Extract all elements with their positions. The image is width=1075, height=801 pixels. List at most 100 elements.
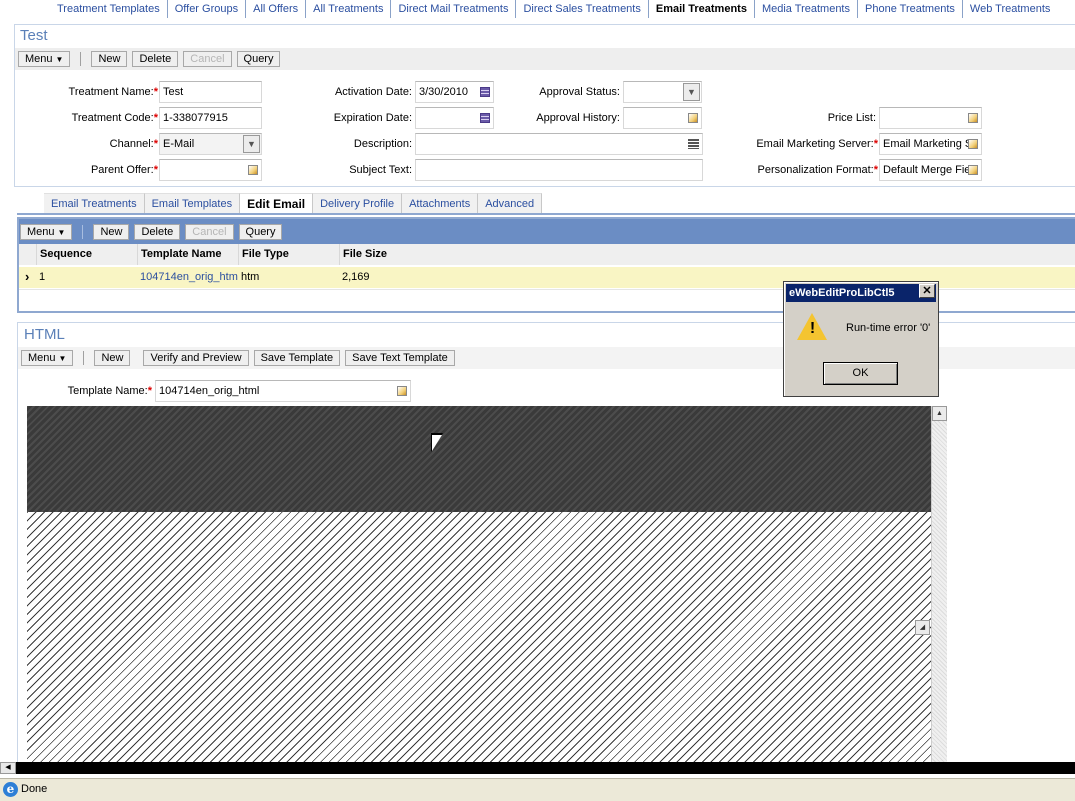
list-new-button[interactable]: New — [93, 224, 130, 240]
nav-direct-sales-treatments[interactable]: Direct Sales Treatments — [515, 0, 647, 18]
column-header-file-type[interactable]: File Type — [238, 244, 339, 265]
status-text: Done — [21, 783, 48, 795]
dialog-title: eWebEditProLibCtl5 — [786, 284, 936, 302]
warning-mark: ! — [809, 320, 816, 337]
row-selected-indicator-icon: › — [25, 269, 30, 284]
nav-treatment-templates[interactable]: Treatment Templates — [0, 0, 167, 18]
mouse-cursor-fill — [432, 435, 442, 451]
dialog-message: Run-time error '0' — [846, 322, 931, 334]
html-editor-control[interactable] — [27, 406, 931, 762]
editor-content-area[interactable] — [27, 512, 931, 762]
email-marketing-server-field[interactable]: Email Marketing Se — [879, 133, 982, 155]
price-list-field[interactable] — [879, 107, 982, 129]
tab-attachments[interactable]: Attachments — [402, 193, 479, 213]
column-header-template-name[interactable]: Template Name — [137, 244, 238, 265]
chevron-down-icon: ▼ — [55, 55, 64, 64]
list-toolbar: Menu ▼ New Delete Cancel Query — [20, 222, 283, 242]
tab-email-templates[interactable]: Email Templates — [144, 193, 241, 213]
pick-icon[interactable] — [968, 113, 978, 123]
save-template-button[interactable]: Save Template — [253, 350, 341, 366]
form-cancel-button: Cancel — [183, 51, 232, 67]
cell-file-size: 2,169 — [342, 271, 370, 283]
top-nav: Treatment Templates Offer Groups All Offer… — [0, 0, 1075, 18]
form-delete-button[interactable]: Delete — [132, 51, 179, 67]
view-tabs: Email Treatments Email Templates Edit Em… — [44, 193, 543, 213]
chevron-down-icon: ▼ — [58, 354, 67, 363]
editor-vertical-scrollbar[interactable]: ▲ — [931, 406, 947, 762]
nav-phone-treatments[interactable]: Phone Treatments — [857, 0, 962, 18]
list-delete-button[interactable]: Delete — [134, 224, 181, 240]
html-new-button[interactable]: New — [94, 350, 131, 366]
approval-status-label: Approval Status: — [539, 86, 620, 98]
tab-underline — [17, 213, 1075, 215]
tab-edit-email[interactable]: Edit Email — [240, 193, 314, 213]
cell-file-type: htm — [241, 271, 260, 283]
list-header: Sequence Template Name File Type File Si… — [19, 244, 1075, 265]
editor-toolbar-area — [27, 406, 931, 512]
activation-date-label: Activation Date: — [334, 86, 412, 98]
nav-web-treatments[interactable]: Web Treatments — [961, 0, 1058, 18]
horizontal-scrollbar[interactable] — [0, 762, 1075, 774]
tab-advanced[interactable]: Advanced — [478, 193, 543, 213]
channel-dropdown[interactable]: E-Mail ▼ — [159, 133, 262, 155]
pick-icon[interactable] — [397, 386, 407, 396]
chevron-down-icon[interactable]: ▼ — [243, 135, 260, 153]
html-menu-button[interactable]: Menu ▼ — [21, 350, 74, 366]
parent-offer-field[interactable] — [159, 159, 262, 181]
form-menu-button[interactable]: Menu ▼ — [18, 51, 71, 67]
nav-media-treatments[interactable]: Media Treatments — [753, 0, 857, 18]
save-text-template-button[interactable]: Save Text Template — [345, 350, 455, 366]
calendar-icon[interactable] — [480, 87, 490, 97]
scroll-resize-icon[interactable]: ◢ — [915, 620, 930, 635]
ok-button[interactable]: OK — [823, 362, 898, 385]
nav-email-treatments[interactable]: Email Treatments — [647, 0, 754, 18]
close-icon[interactable]: ✕ — [919, 284, 935, 298]
column-header-sequence[interactable]: Sequence — [36, 244, 137, 265]
nav-all-offers[interactable]: All Offers — [245, 0, 305, 18]
subject-text-label: Subject Text: — [349, 164, 412, 176]
column-header-file-size[interactable]: File Size — [339, 244, 539, 265]
treatment-code-field[interactable]: 1-338077915 — [159, 107, 262, 129]
form-new-button[interactable]: New — [91, 51, 128, 67]
scroll-left-icon[interactable]: ◀ — [0, 762, 16, 774]
activation-date-field[interactable]: 3/30/2010 — [415, 81, 494, 103]
verify-and-preview-button[interactable]: Verify and Preview — [143, 350, 249, 366]
nav-offer-groups[interactable]: Offer Groups — [166, 0, 245, 18]
pick-icon[interactable] — [248, 165, 258, 175]
personalization-format-field[interactable]: Default Merge Fie — [879, 159, 982, 181]
list-cancel-button: Cancel — [185, 224, 234, 240]
expiration-date-field[interactable] — [415, 107, 494, 129]
toolbar-separator — [83, 351, 85, 365]
tab-delivery-profile[interactable]: Delivery Profile — [313, 193, 403, 213]
channel-label: Channel:* — [109, 138, 158, 150]
expiration-date-label: Expiration Date: — [333, 112, 412, 124]
cell-sequence: 1 — [39, 271, 46, 283]
description-field[interactable] — [415, 133, 703, 155]
html-applet-title: HTML — [24, 326, 65, 343]
cell-template-name-link[interactable]: 104714en_orig_htm — [137, 267, 238, 288]
toolbar-separator — [82, 225, 84, 239]
scroll-up-icon[interactable]: ▲ — [932, 406, 947, 421]
browser-page-icon: e — [3, 782, 18, 797]
parent-offer-label: Parent Offer:* — [90, 164, 158, 176]
approval-status-dropdown[interactable]: ▼ — [623, 81, 702, 103]
chevron-down-icon[interactable]: ▼ — [683, 83, 700, 101]
pick-icon[interactable] — [968, 165, 978, 175]
list-icon[interactable] — [688, 139, 699, 149]
list-menu-button[interactable]: Menu ▼ — [20, 224, 73, 240]
pick-icon[interactable] — [688, 113, 698, 123]
treatment-name-field[interactable]: Test — [159, 81, 262, 103]
email-marketing-server-label: Email Marketing Server:* — [756, 138, 878, 150]
form-query-button[interactable]: Query — [236, 51, 281, 67]
approval-history-field[interactable] — [623, 107, 702, 129]
nav-all-treatments[interactable]: All Treatments — [305, 0, 390, 18]
pick-icon[interactable] — [968, 139, 978, 149]
subject-text-field[interactable] — [415, 159, 703, 181]
list-query-button[interactable]: Query — [238, 224, 283, 240]
nav-direct-mail-treatments[interactable]: Direct Mail Treatments — [390, 0, 515, 18]
calendar-icon[interactable] — [480, 113, 490, 123]
approval-history-label: Approval History: — [536, 112, 620, 124]
template-name-field[interactable]: 104714en_orig_html — [155, 380, 411, 402]
form-applet-title: Test — [20, 27, 48, 44]
tab-email-treatments[interactable]: Email Treatments — [44, 193, 145, 213]
